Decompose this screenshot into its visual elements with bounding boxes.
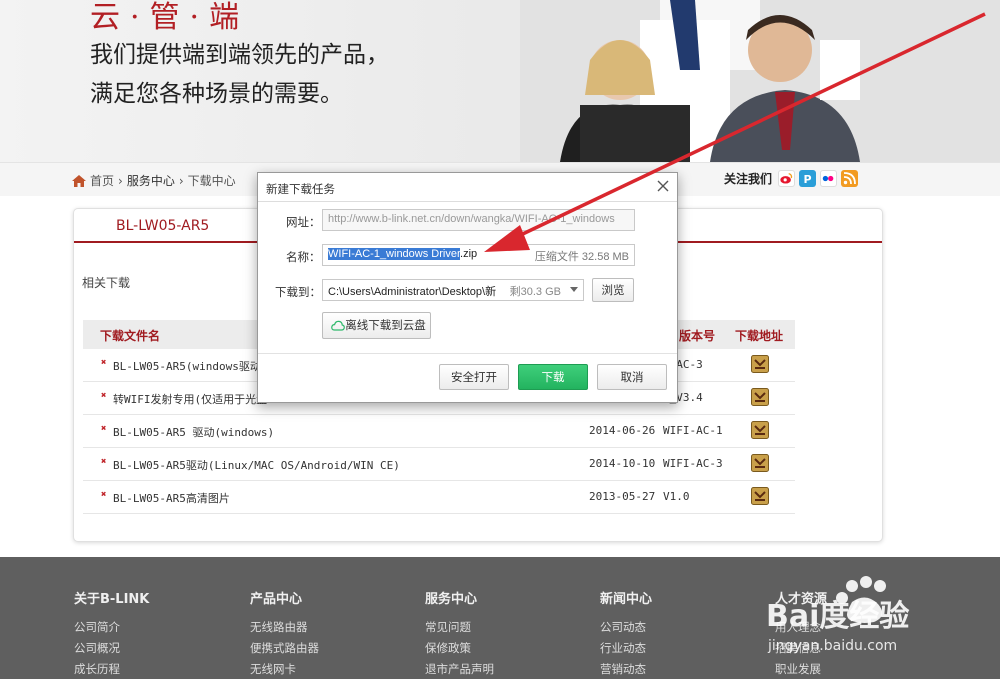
footer-link[interactable]: 无线路由器 [250,619,319,635]
file-name-link[interactable]: BL-LW05-AR5 驱动(windows) [113,424,274,440]
download-button[interactable]: 下载 [518,364,588,390]
close-icon[interactable] [656,179,670,193]
download-icon[interactable] [751,487,769,505]
footer-column-products: 产品中心 无线路由器 便携式路由器 无线网卡 [250,588,319,682]
chevron-down-icon [570,287,578,292]
home-icon [72,174,86,187]
name-label: 名称： [286,250,321,264]
cancel-button[interactable]: 取消 [597,364,667,390]
url-label: 网址： [286,215,321,229]
new-download-dialog: 新建下载任务 网址： http://www.b-link.net.cn/down… [257,172,678,403]
footer-column-about: 关于B-LINK 公司简介 公司概况 成长历程 [74,588,149,682]
bullet-icon: ✖ [101,424,107,434]
brand-tagline: 云·管·端 [90,0,250,35]
file-version: V1.0 [663,490,690,503]
banner-slogan-line1: 我们提供端到端领先的产品， [90,42,389,68]
banner-slogan-line2: 满足您各种场景的需要。 [90,81,343,107]
bullet-icon: ✖ [101,457,107,467]
file-version: WIFI-AC-3 [663,457,723,470]
footer-heading: 新闻中心 [600,592,653,607]
tencent-icon[interactable]: P [799,170,817,187]
breadcrumb-separator: › [178,173,184,188]
free-space: 剩30.3 GB [507,283,561,299]
related-downloads-label: 相关下载 [82,276,131,290]
download-icon[interactable] [751,355,769,373]
file-version: WIFI-AC-1 [663,424,723,437]
footer-link[interactable]: 营销动态 [600,661,652,677]
footer-link[interactable]: 职业发展 [775,661,827,677]
flickr-icon[interactable] [820,170,838,187]
table-row: ✖ BL-LW05-AR5高清图片 2013-05-27 V1.0 [83,481,795,514]
footer-heading: 产品中心 [250,592,303,607]
watermark-url: jingyan.baidu.com [767,638,897,654]
url-value: http://www.b-link.net.cn/down/wangka/WIF… [328,213,615,225]
footer-link[interactable]: 成长历程 [74,661,149,677]
dialog-divider [258,201,677,202]
footer-heading: 服务中心 [425,592,478,607]
footer-link[interactable]: 保修政策 [425,640,494,656]
header-filename: 下载文件名 [100,329,161,343]
breadcrumb-separator: › [118,173,123,188]
name-selected-text: WIFI-AC-1_windows Driver [328,248,461,260]
download-icon[interactable] [751,454,769,472]
url-field[interactable]: http://www.b-link.net.cn/down/wangka/WIF… [322,209,635,231]
save-to-label: 下载到： [275,285,321,299]
bullet-icon: ✖ [101,391,107,401]
breadcrumb-home[interactable]: 首页 [90,172,114,189]
table-row: ✖ BL-LW05-AR5 驱动(windows) 2014-06-26 WIF… [83,415,795,448]
file-date: 2014-10-10 [589,457,656,470]
footer-heading: 关于B-LINK [74,592,150,607]
cloud-icon [331,320,345,331]
bullet-icon: ✖ [101,490,107,500]
offline-cloud-button[interactable]: 离线下载到云盘 [322,312,431,339]
follow-label: 关注我们 [724,172,773,186]
footer-link[interactable]: 行业动态 [600,640,652,656]
breadcrumb: 首页 › 服务中心 › 下载中心 [72,172,236,189]
file-date: 2014-06-26 [589,424,656,437]
name-extension: .zip [460,248,478,260]
save-path-value: C:\Users\Administrator\Desktop\新 [328,286,497,298]
footer-link[interactable]: 公司简介 [74,619,149,635]
dialog-footer-divider [258,353,677,354]
product-title: BL-LW05-AR5 [116,218,210,234]
save-path-select[interactable]: C:\Users\Administrator\Desktop\新 剩30.3 G… [322,279,584,301]
name-field[interactable]: WIFI-AC-1_windows Driver.zip 压缩文件 32.58 … [322,244,635,266]
watermark-text: Bai度经验 [766,599,909,634]
file-name-link[interactable]: BL-LW05-AR5驱动(Linux/MAC OS/Android/WIN C… [113,457,400,473]
download-icon[interactable] [751,388,769,406]
bullet-icon: ✖ [101,358,107,368]
svg-text:P: P [804,173,812,186]
footer-link[interactable]: 便携式路由器 [250,640,319,656]
footer-column-service: 服务中心 常见问题 保修政策 退市产品声明 [425,588,494,682]
rss-icon[interactable] [841,170,859,187]
weibo-icon[interactable] [778,170,796,187]
follow-us: 关注我们 P [724,170,859,187]
safe-open-button[interactable]: 安全打开 [439,364,509,390]
footer-link[interactable]: 无线网卡 [250,661,319,677]
file-info: 压缩文件 32.58 MB [534,251,629,263]
header-download: 下载地址 [735,329,784,343]
table-row: ✖ BL-LW05-AR5驱动(Linux/MAC OS/Android/WIN… [83,448,795,481]
browse-button[interactable]: 浏览 [592,278,634,302]
breadcrumb-download[interactable]: 下载中心 [188,172,236,189]
file-date: 2013-05-27 [589,490,656,503]
baidu-jingyan-watermark: Bai度经验 jingyan.baidu.com [766,576,909,654]
offline-cloud-label: 离线下载到云盘 [345,318,426,332]
download-icon[interactable] [751,421,769,439]
breadcrumb-service[interactable]: 服务中心 [127,172,175,189]
footer-link[interactable]: 常见问题 [425,619,494,635]
top-banner: 云·管·端 我们提供端到端领先的产品， 满足您各种场景的需要。 [0,0,1000,162]
footer-column-news: 新闻中心 公司动态 行业动态 营销动态 [600,588,652,682]
footer-link[interactable]: 公司概况 [74,640,149,656]
file-name-link[interactable]: 转WIFI发射专用(仅适用于光盘 [113,391,267,407]
footer-link[interactable]: 退市产品声明 [425,661,494,677]
dialog-title: 新建下载任务 [266,182,335,196]
file-name-link[interactable]: BL-LW05-AR5高清图片 [113,490,230,506]
header-version: 版本号 [679,329,716,343]
banner-photo [520,0,1000,162]
footer-link[interactable]: 公司动态 [600,619,652,635]
